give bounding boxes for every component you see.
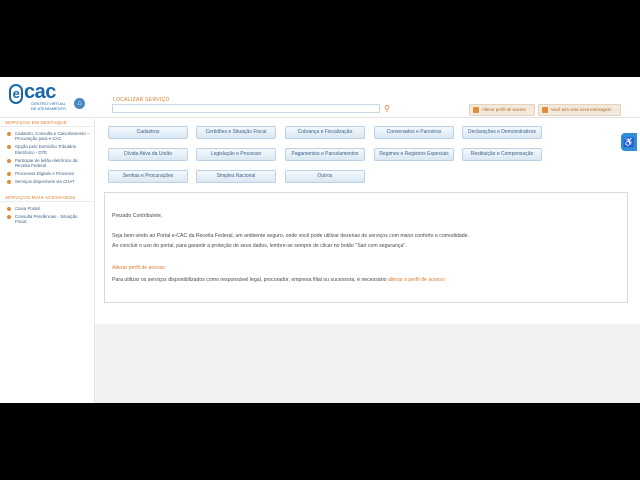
sidebar-item-label: Opção pelo Domicílio Tributário Eletrôni… <box>15 144 77 155</box>
bullet-icon <box>7 172 11 177</box>
service-simples-button[interactable]: Simples Nacional <box>196 170 276 183</box>
bullet-icon <box>7 206 11 211</box>
alter-profile-label: Alterar perfil de acesso <box>482 107 526 112</box>
messages-button[interactable]: Você tem uma nova mensagem <box>538 104 621 116</box>
bullet-icon <box>7 132 11 136</box>
service-pagamentos-button[interactable]: Pagamentos e Parcelamentos <box>285 148 365 161</box>
welcome-panel: Prezado Contribuinte, Seja bem-vindo ao … <box>104 192 628 303</box>
sidebar-item-label: Consulta Pendências - Situação Fiscal <box>15 213 78 225</box>
service-cadastros-button[interactable]: Cadastros <box>108 126 188 139</box>
sidebar-item-label: Caixa Postal <box>15 205 40 211</box>
footer-area <box>95 324 640 403</box>
logout-note-text: Ao concluir o uso do portal, para garant… <box>112 243 407 249</box>
sidebar-item-label: Cadastro, Consulta e Cancelamento – Proc… <box>15 131 90 142</box>
bullet-icon <box>7 145 11 150</box>
sidebar: SERVIÇOS EM DESTAQUE Cadastro, Consulta … <box>0 119 95 403</box>
sidebar-item-leilao[interactable]: Participar de leilão eletrônico da Recei… <box>6 158 90 168</box>
accessibility-icon[interactable]: ♿ <box>621 133 637 151</box>
profile-section-text: Para utilizar os serviços disponibilizad… <box>112 277 445 283</box>
service-divida-ativa-button[interactable]: Dívida Ativa da União <box>108 148 188 161</box>
sidebar-item-processos[interactable]: Processos Digitais e Processo <box>6 171 90 177</box>
profile-text: Para utilizar os serviços disponibilizad… <box>112 277 387 283</box>
sidebar-item-dte[interactable]: Opção pelo Domicílio Tributário Eletrôni… <box>6 144 90 155</box>
service-outros-button[interactable]: Outros <box>285 170 365 183</box>
service-declaracoes-button[interactable]: Declarações e Demonstrativos <box>462 126 542 139</box>
alter-profile-link[interactable]: alterar o perfil de acesso <box>388 277 445 283</box>
logo-subtitle: Centro Virtual de Atendimento <box>31 101 67 111</box>
service-restituicao-button[interactable]: Restituição e Compensação <box>462 148 542 161</box>
logo-e: e <box>9 84 23 104</box>
sidebar-item-label: Serviços disponíveis via CHAT <box>15 179 75 185</box>
home-icon[interactable]: ⌂ <box>74 98 85 109</box>
profile-icon <box>473 107 479 113</box>
bullet-icon <box>7 158 11 163</box>
header: e cac Centro Virtual de Atendimento ⌂ LOC… <box>0 77 640 118</box>
ecac-page: e cac Centro Virtual de Atendimento ⌂ LOC… <box>0 77 640 403</box>
service-regimes-button[interactable]: Regimes e Registros Especiais <box>374 148 454 161</box>
service-cobranca-button[interactable]: Cobrança e Fiscalização <box>285 126 365 139</box>
envelope-icon <box>542 107 548 113</box>
logo-text: cac <box>24 81 56 103</box>
service-senhas-button[interactable]: Senhas e Procurações <box>108 170 188 183</box>
service-certidoes-button[interactable]: Certidões e Situação Fiscal <box>196 126 276 139</box>
messages-label: Você tem uma nova mensagem <box>551 107 612 112</box>
bullet-icon <box>7 180 11 185</box>
featured-services-list: Cadastro, Consulta e Cancelamento – Proc… <box>0 127 94 190</box>
ecac-logo[interactable]: e cac Centro Virtual de Atendimento <box>9 81 69 115</box>
sidebar-item-caixa-postal[interactable]: Caixa Postal <box>6 206 90 211</box>
search-input[interactable] <box>112 104 380 113</box>
most-accessed-heading: SERVIÇOS MAIS ACESSADOS <box>0 194 94 202</box>
welcome-text: Seja bem-vindo ao Portal e-CAC da Receit… <box>112 233 469 239</box>
search-icon[interactable]: ⚲ <box>384 104 393 113</box>
sidebar-item-pendencias[interactable]: Consulta Pendências - Situação Fiscal <box>6 214 90 224</box>
bullet-icon <box>7 214 11 219</box>
alter-profile-button[interactable]: Alterar perfil de acesso <box>469 104 535 116</box>
sidebar-item-chat[interactable]: Serviços disponíveis via CHAT <box>6 179 90 185</box>
most-accessed-list: Caixa Postal Consulta Pendências - Situa… <box>0 202 94 230</box>
profile-section-title: Alterar perfil de acesso <box>112 265 166 271</box>
sidebar-item-label: Participar de leilão eletrônico da Recei… <box>15 157 78 169</box>
service-convenados-button[interactable]: Convenados e Parceiros <box>374 126 454 139</box>
search-label: LOCALIZAR SERVIÇO <box>113 97 170 103</box>
sidebar-item-label: Processos Digitais e Processo <box>15 171 75 177</box>
sidebar-item-procuracao[interactable]: Cadastro, Consulta e Cancelamento – Proc… <box>6 131 90 141</box>
featured-services-heading: SERVIÇOS EM DESTAQUE <box>0 119 94 127</box>
service-legislacao-button[interactable]: Legislação e Processo <box>196 148 276 161</box>
greeting-text: Prezado Contribuinte, <box>112 213 163 219</box>
